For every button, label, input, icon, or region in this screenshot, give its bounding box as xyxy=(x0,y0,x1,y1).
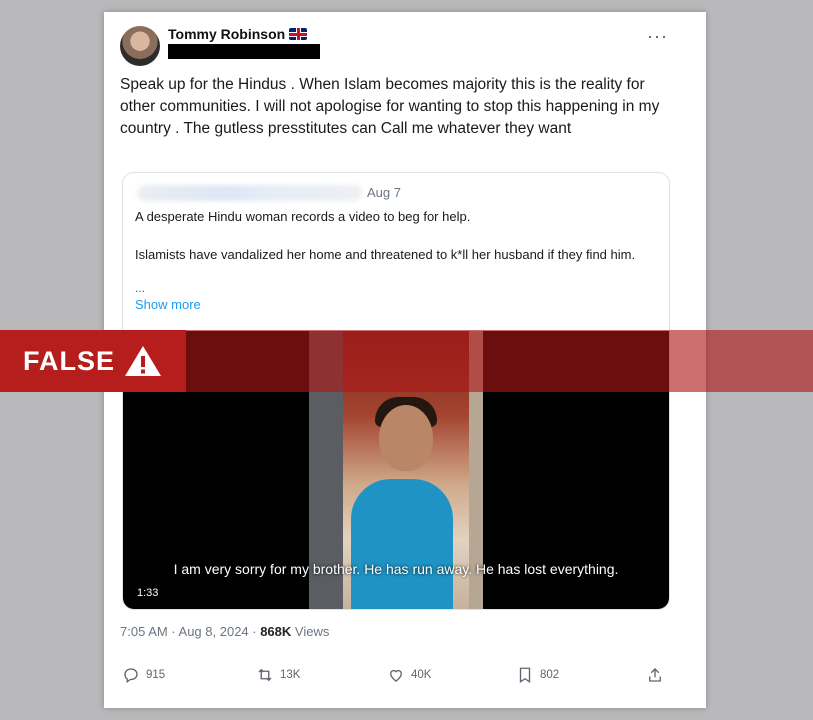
quoted-ellipsis: ... xyxy=(135,281,146,295)
heart-icon xyxy=(390,669,402,682)
post-metadata: 7:05 AM · Aug 8, 2024 · 868K Views xyxy=(120,624,329,639)
repost-count: 13K xyxy=(280,669,301,681)
fact-check-label: FALSE xyxy=(22,345,115,376)
views-label: Views xyxy=(291,624,330,639)
video-subtitle: I am very sorry for my brother. He has r… xyxy=(173,561,619,577)
share-icon xyxy=(649,668,661,682)
author-name[interactable]: Tommy Robinson xyxy=(168,26,308,42)
reply-count: 915 xyxy=(146,669,166,681)
uk-flag-icon xyxy=(289,28,308,40)
warning-icon xyxy=(125,346,161,376)
show-more-link[interactable]: Show more xyxy=(135,297,201,312)
quoted-text-line1: A desperate Hindu woman records a video … xyxy=(135,209,471,224)
action-bar: 915 13K 40K 802 xyxy=(104,666,706,690)
author-name-text: Tommy Robinson xyxy=(168,26,286,42)
post-timestamp[interactable]: 7:05 AM · Aug 8, 2024 · xyxy=(120,624,260,639)
video-duration: 1:33 xyxy=(137,587,159,599)
views-count: 868K xyxy=(260,624,292,639)
blurred-account-name xyxy=(137,185,362,201)
reply-icon xyxy=(124,668,138,684)
repost-button[interactable]: 13K xyxy=(256,666,300,684)
more-options-icon[interactable]: ··· xyxy=(647,26,668,47)
like-count: 40K xyxy=(411,669,432,681)
tweet-text: Speak up for the Hindus . When Islam bec… xyxy=(120,76,660,137)
like-button[interactable]: 40K xyxy=(387,666,431,684)
redacted-handle xyxy=(168,44,320,59)
quoted-date: Aug 7 xyxy=(367,185,401,200)
share-button[interactable] xyxy=(646,666,670,684)
bookmark-count: 802 xyxy=(540,669,560,681)
fact-check-banner-strip xyxy=(186,330,813,392)
quoted-text-line2: Islamists have vandalized her home and t… xyxy=(135,247,636,262)
bookmark-icon xyxy=(519,667,531,684)
bookmark-button[interactable]: 802 xyxy=(516,666,559,684)
avatar[interactable] xyxy=(120,26,160,66)
repost-icon xyxy=(258,668,272,682)
fact-check-banner: FALSE xyxy=(0,330,186,392)
reply-button[interactable]: 915 xyxy=(122,666,165,684)
